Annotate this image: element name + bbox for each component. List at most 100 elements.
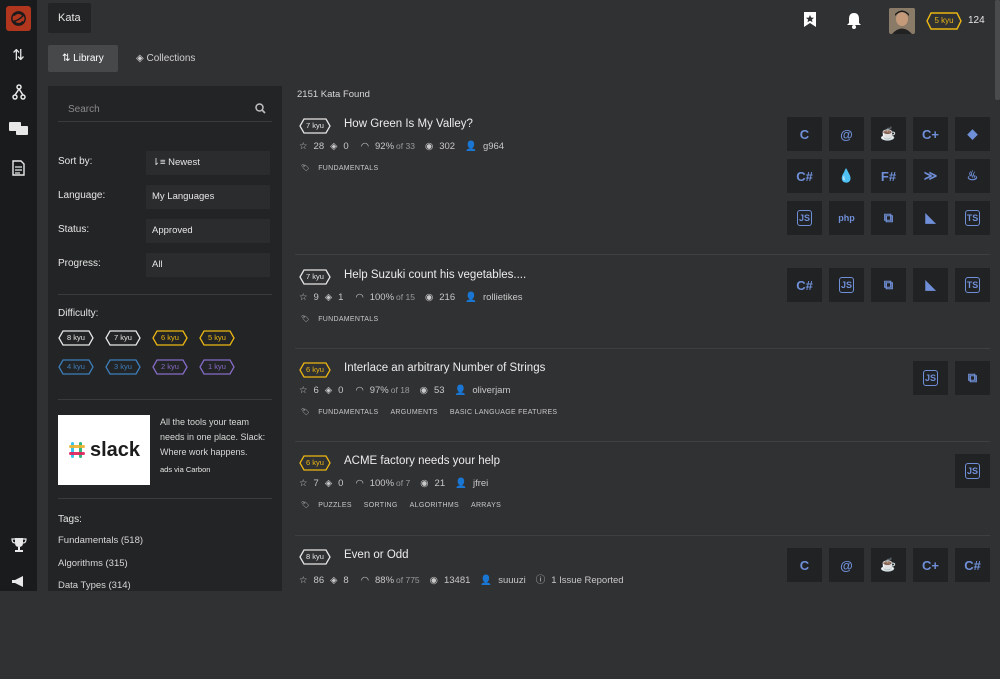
javascript-language-icon[interactable]: JS [913,361,948,395]
javascript-language-icon[interactable]: JS [829,268,864,302]
star-icon[interactable]: ☆ [299,385,308,396]
search-input[interactable]: Search [58,98,272,122]
fsharp-language-icon[interactable]: F# [871,159,906,193]
kata-rank-label: 6 kyu [306,365,324,374]
star-icon[interactable]: ☆ [299,292,308,303]
clojure-language-icon[interactable]: @ [829,117,864,151]
kata-tag[interactable]: BASIC LANGUAGE FEATURES [450,409,558,416]
crystal-language-icon[interactable]: ◆ [955,117,990,151]
kata-tag[interactable]: FUNDAMENTALS [318,316,378,323]
tag-link[interactable]: Algorithms (315) [58,558,128,569]
status-select[interactable]: Approved [146,219,270,243]
megaphone-icon[interactable] [0,570,37,594]
python-language-icon[interactable]: ⧉ [871,201,906,235]
left-nav: ⇅ [0,0,37,591]
scrollbar[interactable] [995,0,1000,100]
satisfaction-icon: ◠ [360,141,370,152]
kata-tag[interactable]: ALGORITHMS [410,502,459,509]
star-icon[interactable]: ☆ [299,478,308,489]
difficulty-label: Difficulty: [58,308,99,319]
author-link[interactable]: g964 [483,141,504,152]
ruby-language-icon[interactable]: ◣ [913,201,948,235]
kata-title-link[interactable]: Even or Odd [344,549,409,561]
javascript-language-icon[interactable]: JS [787,201,822,235]
python-language-icon[interactable]: ⧉ [955,361,990,395]
coffeescript-language-icon[interactable]: ☕ [871,548,906,582]
difficulty-filter-badge[interactable]: 3 kyu [105,359,141,375]
author-link[interactable]: rollietikes [483,292,523,303]
csharp-language-icon[interactable]: C# [787,268,822,302]
author-link[interactable]: oliverjam [472,385,510,396]
divider [58,399,272,400]
codewars-logo-icon[interactable] [6,6,31,31]
php-language-icon[interactable]: php [829,201,864,235]
kata-tag[interactable]: FUNDAMENTALS [318,165,378,172]
chat-icon[interactable] [0,117,37,141]
practice-icon[interactable]: ⇅ [0,43,37,67]
author-link[interactable]: suuuzi [498,575,525,586]
kata-title-link[interactable]: How Green Is My Valley? [344,118,473,130]
sort-by-value: Newest [168,157,200,168]
difficulty-label-text: 8 kyu [67,333,85,342]
star-icon[interactable]: ☆ [299,141,308,152]
typescript-language-icon[interactable]: TS [955,201,990,235]
ad-carbon-link[interactable]: ads via Carbon [160,465,210,474]
difficulty-filter-badge[interactable]: 5 kyu [199,330,235,346]
progress-select[interactable]: All [146,253,270,277]
cpp-language-icon[interactable]: C+ [913,117,948,151]
star-icon[interactable]: ☆ [299,575,308,586]
difficulty-filter-badge[interactable]: 2 kyu [152,359,188,375]
difficulty-label-text: 7 kyu [114,333,132,342]
kata-tag[interactable]: ARRAYS [471,502,501,509]
csharp-language-icon[interactable]: C# [955,548,990,582]
cpp-language-icon[interactable]: C+ [913,548,948,582]
difficulty-filter-badge[interactable]: 4 kyu [58,359,94,375]
elixir-language-icon[interactable]: 💧 [829,159,864,193]
trophy-icon[interactable] [0,532,37,556]
c-language-icon[interactable]: C [787,548,822,582]
progress-label: Progress: [58,258,101,269]
javascript-language-icon[interactable]: JS [955,454,990,488]
clojure-language-icon[interactable]: @ [829,548,864,582]
javascript-glyph: JS [964,463,980,479]
difficulty-filter-badge[interactable]: 7 kyu [105,330,141,346]
typescript-language-icon[interactable]: TS [955,268,990,302]
completions-icon: ◉ [419,385,428,396]
kata-title-link[interactable]: Help Suzuki count his vegetables.... [344,269,526,281]
author-icon: 👤 [480,575,493,586]
c-language-icon[interactable]: C [787,117,822,151]
csharp-language-icon[interactable]: C# [787,159,822,193]
tag-link[interactable]: Fundamentals (518) [58,535,143,546]
kata-tag[interactable]: FUNDAMENTALS [318,409,378,416]
divider [58,294,272,295]
difficulty-filter-badge[interactable]: 1 kyu [199,359,235,375]
language-select[interactable]: My Languages [146,185,270,209]
docs-icon[interactable] [0,156,37,180]
tag-link[interactable]: Data Types (314) [58,580,131,591]
ad-text[interactable]: All the tools your team needs in one pla… [160,415,272,460]
haskell-language-icon[interactable]: ≫ [913,159,948,193]
tab-library[interactable]: ⇅ Library [48,45,118,72]
sort-by-select[interactable]: ⇂≡ Newest [146,151,270,175]
kata-tag[interactable]: SORTING [364,502,398,509]
fork-icon[interactable] [0,80,37,104]
difficulty-filter-badge[interactable]: 6 kyu [152,330,188,346]
tab-collections[interactable]: ◈ Collections [122,45,209,72]
coffeescript-language-icon[interactable]: ☕ [871,117,906,151]
difficulty-filter-badge[interactable]: 8 kyu [58,330,94,346]
user-avatar[interactable] [889,8,915,34]
kata-tag[interactable]: PUZZLES [318,502,352,509]
notifications-bell-icon[interactable] [846,12,862,34]
search-icon[interactable] [255,103,266,117]
slack-ad-image[interactable]: slack [58,415,150,485]
kata-title-link[interactable]: ACME factory needs your help [344,455,500,467]
author-link[interactable]: jfrei [473,478,488,489]
ruby-language-icon[interactable]: ◣ [913,268,948,302]
issues-link[interactable]: 1 Issue Reported [551,575,623,586]
python-language-icon[interactable]: ⧉ [871,268,906,302]
kata-title-link[interactable]: Interlace an arbitrary Number of Strings [344,362,545,374]
bookmark-icon[interactable] [803,11,817,33]
kata-tag[interactable]: ARGUMENTS [390,409,437,416]
votes-count: of 7 [396,478,411,488]
java-language-icon[interactable]: ♨ [955,159,990,193]
